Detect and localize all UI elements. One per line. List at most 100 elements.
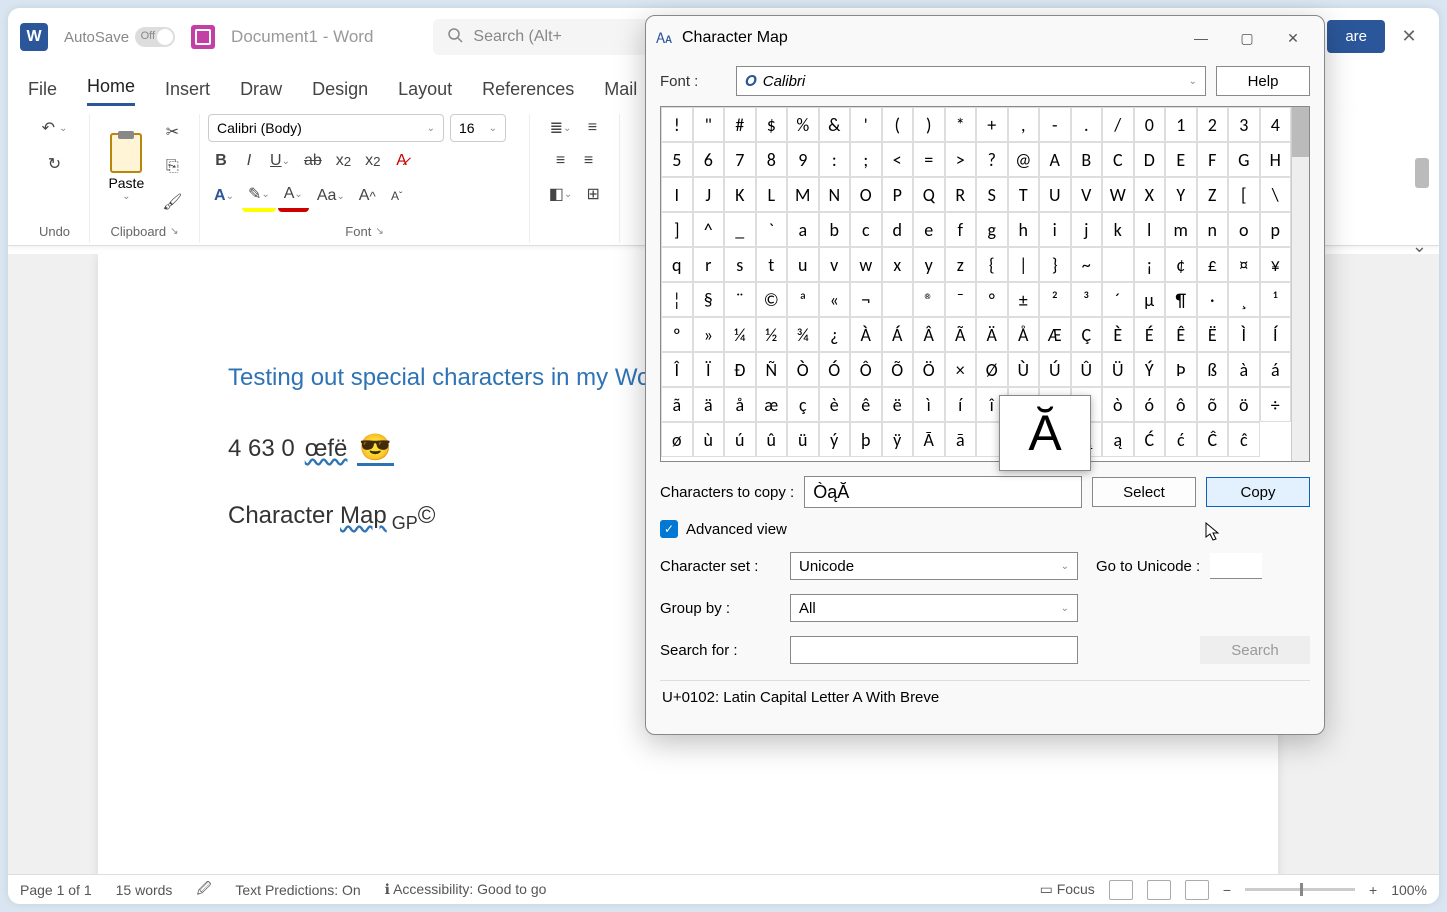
charmap-cell[interactable]: ´ (1102, 282, 1134, 317)
charmap-cell[interactable]: 6 (693, 142, 725, 177)
charmap-cell[interactable]: r (693, 247, 725, 282)
charmap-maximize-button[interactable]: ▢ (1224, 22, 1270, 54)
charmap-cell[interactable]: K (724, 177, 756, 212)
charmap-cell[interactable]: ¢ (1165, 247, 1197, 282)
charmap-cell[interactable]: B (1071, 142, 1103, 177)
charmap-cell[interactable]: U (1039, 177, 1071, 212)
charmap-cell[interactable]: · (1197, 282, 1229, 317)
charmap-cell[interactable]: s (724, 247, 756, 282)
charmap-cell[interactable]: f (945, 212, 977, 247)
charmap-cell[interactable]: H (1260, 142, 1292, 177)
charmap-cell[interactable]: u (787, 247, 819, 282)
charmap-cell[interactable]: Ò (787, 352, 819, 387)
tab-draw[interactable]: Draw (240, 79, 282, 106)
charmap-cell[interactable]: ` (756, 212, 788, 247)
charmap-cell[interactable]: ĉ (1228, 422, 1260, 457)
charmap-cell[interactable]: g (976, 212, 1008, 247)
print-layout-button[interactable] (1147, 880, 1171, 900)
charmap-cell[interactable]: Ý (1134, 352, 1166, 387)
shading-button[interactable]: ◧⌄ (543, 180, 579, 208)
charmap-cell[interactable]: G (1228, 142, 1260, 177)
tab-file[interactable]: File (28, 79, 57, 106)
charmap-cell[interactable]: 5 (661, 142, 693, 177)
superscript-button[interactable]: x2 (359, 148, 386, 174)
charmap-titlebar[interactable]: 🗛 Character Map — ▢ ✕ (646, 16, 1324, 60)
charmap-cell[interactable]: Ì (1228, 317, 1260, 352)
charmap-cell[interactable]: ] (661, 212, 693, 247)
charmap-cell[interactable]: Ô (850, 352, 882, 387)
charmap-cell[interactable]: c (850, 212, 882, 247)
font-color-button[interactable]: A⌄ (278, 180, 309, 212)
redo-button[interactable]: ↻ (41, 150, 67, 178)
charmap-cell[interactable]: Ú (1039, 352, 1071, 387)
charmap-cell[interactable]: " (693, 107, 725, 142)
charmap-cell[interactable]: [ (1228, 177, 1260, 212)
charmap-cell[interactable]: z (945, 247, 977, 282)
tab-insert[interactable]: Insert (165, 79, 210, 106)
charmap-cell[interactable]: Z (1197, 177, 1229, 212)
charmap-cell[interactable]: ¾ (787, 317, 819, 352)
charmap-cell[interactable]: ö (1228, 387, 1260, 422)
charmap-cell[interactable]: ¶ (1165, 282, 1197, 317)
charmap-cell[interactable]: ü (787, 422, 819, 457)
charmap-cell[interactable]: ò (1102, 387, 1134, 422)
charmap-cell[interactable]: | (1008, 247, 1040, 282)
charmap-cell[interactable]: « (819, 282, 851, 317)
charmap-select-button[interactable]: Select (1092, 477, 1196, 507)
change-case-button[interactable]: Aa⌄ (311, 180, 351, 212)
tab-design[interactable]: Design (312, 79, 368, 106)
charmap-cell[interactable]: T (1008, 177, 1040, 212)
charmap-cell[interactable]: Ã (945, 317, 977, 352)
web-layout-button[interactable] (1185, 880, 1209, 900)
charmap-cell[interactable]: 4 (1260, 107, 1292, 142)
charmap-cell[interactable]: Ï (693, 352, 725, 387)
charmap-cell[interactable]: À (850, 317, 882, 352)
charmap-cell[interactable]: C (1102, 142, 1134, 177)
bullets-button[interactable]: ≣⌄ (544, 114, 578, 142)
strikethrough-button[interactable]: ab (298, 148, 328, 174)
charmap-cell[interactable]: S (976, 177, 1008, 212)
charmap-cell[interactable]: ¡ (1134, 247, 1166, 282)
charmap-cell[interactable]: & (819, 107, 851, 142)
charmap-cell[interactable]: h (1008, 212, 1040, 247)
charmap-cell[interactable]: ¦ (661, 282, 693, 317)
font-launcher-icon[interactable]: ↘ (375, 226, 383, 237)
charmap-cell[interactable]: » (693, 317, 725, 352)
charmap-cell[interactable]: û (756, 422, 788, 457)
charmap-cell[interactable]: § (693, 282, 725, 317)
charmap-cell[interactable]: { (976, 247, 1008, 282)
focus-mode-button[interactable]: ▭ Focus (1040, 881, 1095, 898)
charmap-cell[interactable]: ¤ (1228, 247, 1260, 282)
charmap-cell[interactable]: y (913, 247, 945, 282)
charmap-cell[interactable]: 1 (1165, 107, 1197, 142)
charmap-cell[interactable]: n (1197, 212, 1229, 247)
clipboard-launcher-icon[interactable]: ↘ (170, 226, 178, 237)
cut-button[interactable]: ✂ (156, 118, 188, 146)
charmap-cell[interactable]: k (1102, 212, 1134, 247)
charmap-cell[interactable]: Þ (1165, 352, 1197, 387)
charmap-cell[interactable]: Ù (1008, 352, 1040, 387)
charmap-cell[interactable]: ² (1039, 282, 1071, 317)
copy-button[interactable]: ⎘ (156, 154, 188, 180)
align-center-button[interactable]: ≡ (575, 148, 601, 174)
charmap-cell[interactable]: º (661, 317, 693, 352)
font-name-combo[interactable]: Calibri (Body)⌄ (208, 114, 444, 142)
status-accessibility[interactable]: ℹ Accessibility: Good to go (385, 881, 547, 898)
charmap-cell[interactable]: ¹ (1260, 282, 1292, 317)
autosave-toggle[interactable]: AutoSave Off (64, 27, 175, 47)
charmap-cell[interactable]: É (1134, 317, 1166, 352)
charmap-cell[interactable]: _ (724, 212, 756, 247)
zoom-slider[interactable] (1245, 888, 1355, 891)
underline-button[interactable]: U⌄ (264, 148, 296, 174)
charmap-cell[interactable]: } (1039, 247, 1071, 282)
charmap-cell[interactable]: 9 (787, 142, 819, 177)
borders-button[interactable]: ⊞ (580, 180, 606, 208)
charmap-cell[interactable]: M (787, 177, 819, 212)
charmap-cell[interactable]: O (850, 177, 882, 212)
charmap-cell[interactable]: £ (1197, 247, 1229, 282)
charmap-cell[interactable]: ç (787, 387, 819, 422)
charmap-cell[interactable]: ú (724, 422, 756, 457)
charmap-cell[interactable]: + (976, 107, 1008, 142)
charmap-cell[interactable]: o (1228, 212, 1260, 247)
charmap-cell[interactable]: Î (661, 352, 693, 387)
